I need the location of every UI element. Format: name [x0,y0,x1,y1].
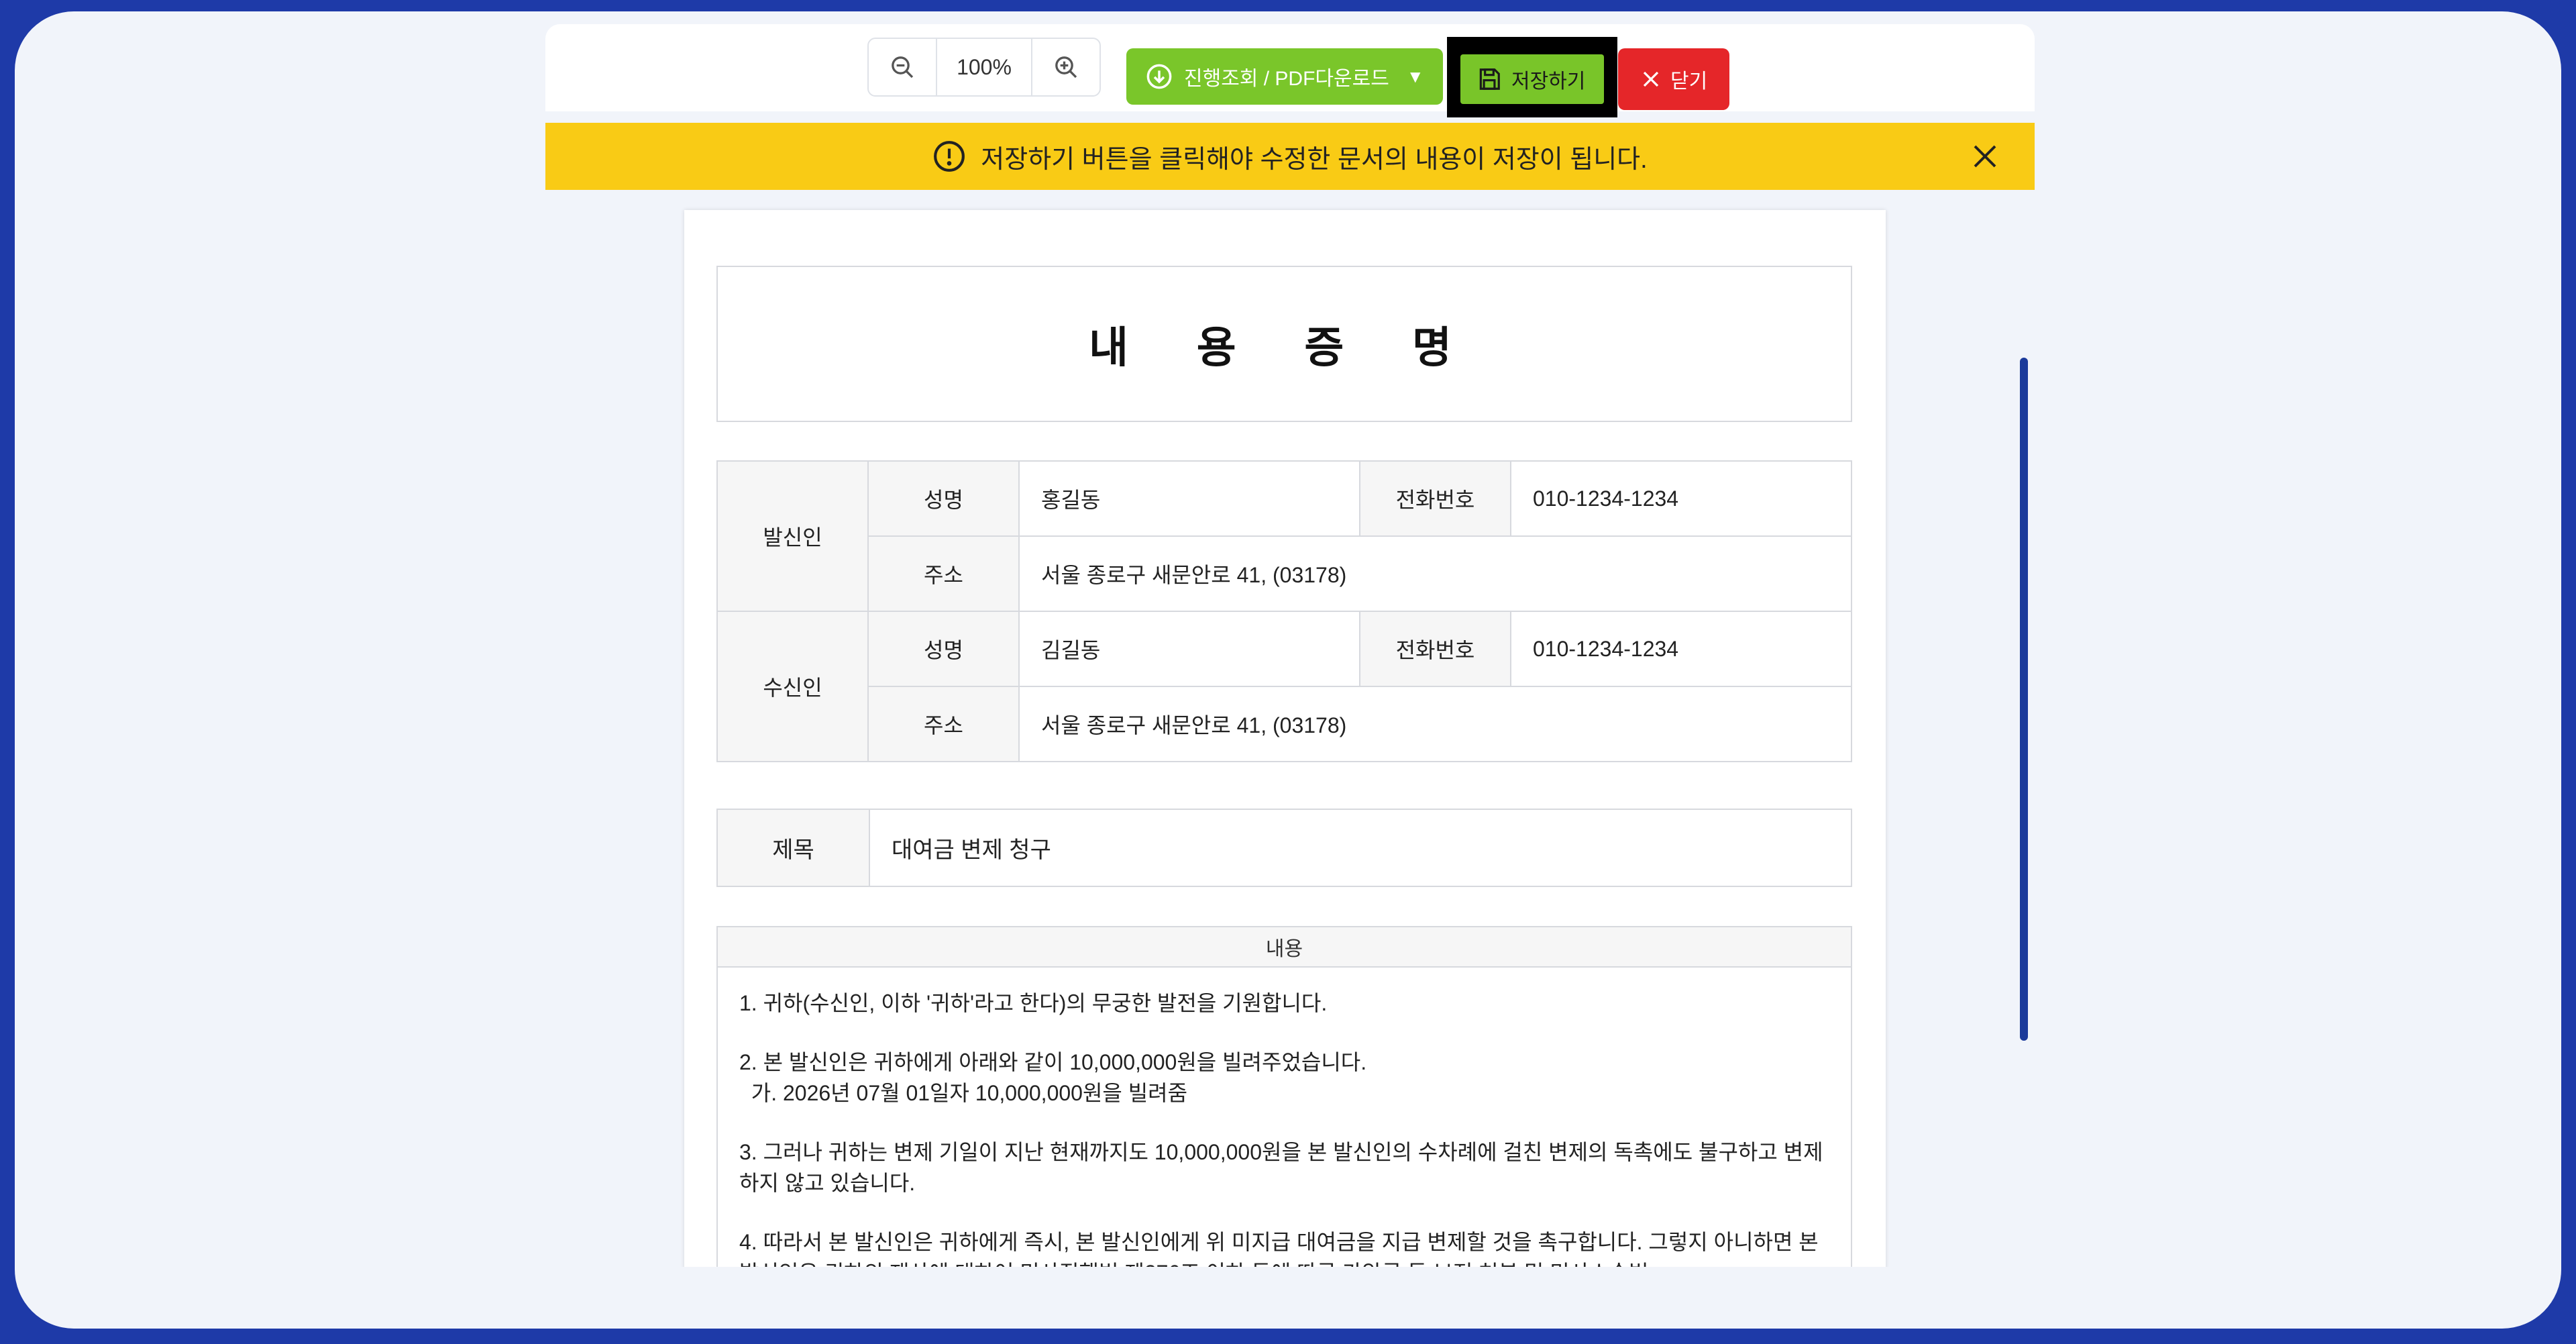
content-paragraph: 2. 본 발신인은 귀하에게 아래와 같이 10,000,000원을 빌려주었습… [739,1050,1367,1074]
sender-address[interactable]: 서울 종로구 새문안로 41, (03178) [1018,535,1852,612]
sender-label: 발신인 [716,460,869,612]
content-paragraph: 1. 귀하(수신인, 이하 '귀하'라고 한다)의 무궁한 발전을 기원합니다. [739,991,1328,1015]
subject-value[interactable]: 대여금 변제 청구 [870,810,1051,886]
zoom-out-button[interactable] [869,39,936,95]
notice-text: 저장하기 버튼을 클릭해야 수정한 문서의 내용이 저장이 됩니다. [981,145,1648,174]
receiver-name-label: 성명 [867,611,1020,687]
sender-address-label: 주소 [867,535,1020,612]
subject-label: 제목 [718,810,870,886]
table-row: 발신인 성명 홍길동 전화번호 010-1234-1234 [716,460,1852,612]
subject-row: 제목 대여금 변제 청구 [716,809,1852,887]
document-title: 내 용 증 명 [716,266,1852,422]
document-page: 내 용 증 명 발신인 성명 홍길동 전화번호 010-1234-1234 주소 [684,210,1886,1267]
close-button[interactable]: 닫기 [1618,48,1729,110]
receiver-label: 수신인 [716,611,869,762]
zoom-out-icon [892,56,914,79]
content-paragraph: 가. 2026년 07월 01일자 10,000,000원을 빌려줌 [739,1081,1188,1105]
sender-name[interactable]: 홍길동 [1018,460,1360,537]
content-paragraph: 4. 따라서 본 발신인은 귀하에게 즉시, 본 발신인에게 위 미지급 대여금… [739,1230,1819,1267]
vertical-scrollbar[interactable] [2020,358,2028,1041]
save-label: 저장하기 [1511,70,1586,93]
document-viewer: 100% 진행조회 / PDF다운로드 ▼ 저장하기 닫기 저장하기 버튼을 클… [545,24,2035,1267]
save-button[interactable]: 저장하기 [1460,54,1604,104]
table-row: 수신인 성명 김길동 전화번호 010-1234-1234 [716,611,1852,762]
receiver-phone-label: 전화번호 [1359,611,1511,687]
content-body[interactable]: 1. 귀하(수신인, 이하 '귀하'라고 한다)의 무궁한 발전을 기원합니다.… [718,968,1851,1267]
zoom-in-button[interactable] [1032,39,1099,95]
receiver-phone[interactable]: 010-1234-1234 [1510,611,1852,687]
close-label: 닫기 [1670,70,1708,93]
content-paragraph: 3. 그러나 귀하는 변제 기일이 지난 현재까지도 10,000,000원을 … [739,1140,1823,1195]
download-icon [1146,64,1172,89]
receiver-address[interactable]: 서울 종로구 새문안로 41, (03178) [1018,686,1852,762]
app-frame: 100% 진행조회 / PDF다운로드 ▼ 저장하기 닫기 저장하기 버튼을 클… [15,11,2561,1329]
toolbar: 100% 진행조회 / PDF다운로드 ▼ 저장하기 닫기 [545,24,2035,117]
party-info-table: 발신인 성명 홍길동 전화번호 010-1234-1234 주소 서울 종로구 … [716,460,1852,762]
close-icon [1643,71,1659,87]
floppy-disk-icon [1479,68,1500,90]
zoom-in-icon [1055,56,1077,79]
document-scroll-area[interactable]: 내 용 증 명 발신인 성명 홍길동 전화번호 010-1234-1234 주소 [545,190,2035,1267]
receiver-name[interactable]: 김길동 [1018,611,1360,687]
table-row: 주소 서울 종로구 새문안로 41, (03178) [717,686,1852,762]
receiver-address-label: 주소 [867,686,1020,762]
content-section: 내용 1. 귀하(수신인, 이하 '귀하'라고 한다)의 무궁한 발전을 기원합… [716,926,1852,1267]
table-row: 주소 서울 종로구 새문안로 41, (03178) [717,535,1852,612]
download-pdf-button[interactable]: 진행조회 / PDF다운로드 ▼ [1126,48,1443,105]
notice-close-icon[interactable] [1972,143,1998,170]
sender-phone[interactable]: 010-1234-1234 [1510,460,1852,537]
alert-circle-icon [934,141,965,172]
zoom-level: 100% [936,39,1032,95]
caret-down-icon: ▼ [1406,66,1424,87]
content-label: 내용 [718,927,1851,968]
sender-name-label: 성명 [867,460,1020,537]
download-pdf-label: 진행조회 / PDF다운로드 [1184,68,1389,90]
zoom-control: 100% [867,38,1101,97]
sender-phone-label: 전화번호 [1359,460,1511,537]
save-notice-banner: 저장하기 버튼을 클릭해야 수정한 문서의 내용이 저장이 됩니다. [545,123,2035,190]
